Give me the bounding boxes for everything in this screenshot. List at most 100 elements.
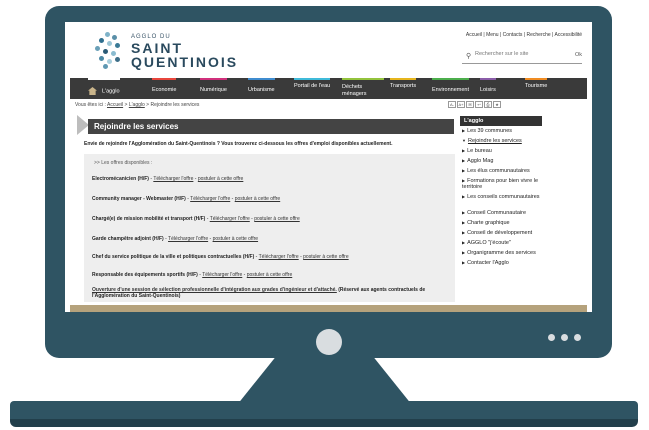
apply-offer-link[interactable]: postuler à cette offre (254, 216, 300, 222)
nav-item-loisirs[interactable]: Loisirs (480, 78, 496, 99)
arrow-right-icon: ▶ (462, 158, 466, 163)
indicator-dot (574, 334, 581, 341)
top-link-accueil[interactable]: Accueil (466, 32, 482, 38)
sidebar-item-organigramme[interactable]: ▶ Organigramme des services (462, 250, 542, 257)
favorite-icon[interactable]: ★ (493, 101, 501, 108)
download-offer-link[interactable]: Télécharger l'offre (259, 254, 299, 260)
arrow-right-icon: ▶ (462, 260, 466, 265)
power-button (316, 329, 342, 355)
nav-item-economie[interactable]: Economie (152, 78, 177, 99)
nav-item-agglo[interactable]: L'agglo (88, 78, 120, 99)
job-offer: Ouverture d'une session de sélection pro… (92, 287, 452, 299)
sidebar-item-label: Les 39 communes (467, 128, 513, 134)
nav-label: Economie (152, 87, 177, 93)
nav-item-numerique[interactable]: Numérique (200, 78, 227, 99)
top-link-menu[interactable]: Menu (486, 32, 499, 38)
site-logo[interactable]: AGGLO DU SAINT QUENTINOIS (95, 30, 245, 74)
top-link-contacts[interactable]: Contacts (503, 32, 523, 38)
job-offer: Responsable des équipements sportifs (H/… (92, 272, 293, 278)
apply-offer-link[interactable]: postuler à cette offre (235, 196, 281, 202)
nav-item-transports[interactable]: Transports (390, 78, 417, 99)
arrow-right-icon: ▶ (462, 210, 466, 215)
indicator-dot (548, 334, 555, 341)
job-offer: Chef du service politique de la ville et… (92, 254, 349, 260)
logo-line-2: QUENTINOIS (131, 54, 239, 70)
top-link-recherche[interactable]: Recherche (526, 32, 550, 38)
download-offer-link[interactable]: Télécharger l'offre (190, 196, 230, 202)
offer-title: Electromécanicien (H/F) (92, 176, 149, 182)
email-icon[interactable]: ✉ (466, 101, 474, 108)
nav-label: Environnement (432, 87, 469, 93)
nav-label: Portail de l'eau (294, 83, 331, 89)
download-offer-link[interactable]: Télécharger l'offre (168, 236, 208, 242)
increase-text-button[interactable]: A+ (457, 101, 465, 108)
sidebar-item-label: Formations pour bien vivre le territoire (462, 178, 538, 190)
sidebar-item-label: Conseil Communautaire (467, 210, 527, 216)
sidebar-item-label: Agglo Mag (467, 158, 494, 164)
job-offer: Chargé(e) de mission mobilité et transpo… (92, 216, 300, 222)
sidebar-item-bureau[interactable]: ▶ Le bureau (462, 148, 542, 155)
sidebar-item-charte[interactable]: ▶ Charte graphique (462, 220, 542, 227)
nav-label: Déchets ménagers (342, 84, 367, 97)
sidebar-item-contact[interactable]: ▶ Contacter l'Agglo (462, 260, 542, 267)
sidebar-item-formations[interactable]: ▶ Formations pour bien vivre le territoir… (462, 178, 542, 190)
sidebar-item-rejoindre[interactable]: ▼ Rejoindre les services (462, 138, 542, 145)
sidebar-item-communes[interactable]: ▶ Les 39 communes (462, 128, 542, 135)
apply-offer-link[interactable]: postuler à cette offre (247, 272, 293, 278)
apply-offer-link[interactable]: postuler à cette offre (198, 176, 244, 182)
arrow-right-icon: ▶ (462, 128, 466, 133)
sidebar-item-developpement[interactable]: ▶ Conseil de développement (462, 230, 542, 237)
arrow-right-icon: ▶ (462, 194, 466, 199)
browser-screen: AGGLO DU SAINT QUENTINOIS Accueil | Menu… (65, 22, 592, 312)
offer-title: Chef du service politique de la ville et… (92, 254, 255, 260)
home-icon (88, 87, 97, 95)
share-icon[interactable]: ↩ (475, 101, 483, 108)
print-icon[interactable]: ⎙ (484, 101, 492, 108)
logo-line-1: SAINT (131, 40, 183, 56)
offer-title: Responsable des équipements sportifs (H/… (92, 272, 198, 278)
main-content: Vous êtes ici : Accueil > L'agglo > Rejo… (70, 99, 587, 312)
breadcrumb-link-agglo[interactable]: L'agglo (129, 102, 145, 108)
download-offer-link[interactable]: Télécharger l'offre (202, 272, 242, 278)
monitor-stand (237, 357, 412, 405)
top-links: Accueil | Menu | Contacts | Recherche | … (465, 32, 582, 38)
intro-text: Envie de rejoindre l'Agglomération du Sa… (84, 141, 393, 147)
job-offer: Garde champêtre adjoint (H/F) - Téléchar… (92, 236, 259, 242)
sidebar-item-label: Conseil de développement (467, 230, 533, 236)
search-ok-button[interactable]: Ok (575, 52, 582, 58)
sidebar-item-label: Charte graphique (467, 220, 510, 226)
sidebar-item-label: Rejoindre les services (467, 138, 522, 144)
nav-label: Tourisme (525, 83, 548, 89)
sidebar: L'agglo ▶ Les 39 communes ▼ Rejoindre les … (460, 116, 542, 286)
nav-item-environnement[interactable]: Environnement (432, 78, 469, 99)
download-offer-link[interactable]: Télécharger l'offre (153, 176, 193, 182)
sidebar-item-ecoute[interactable]: ▶ AGGLO "j'écoute" (462, 240, 542, 247)
sidebar-item-label: Les élus communautaires (467, 168, 530, 174)
nav-label: Urbanisme (248, 87, 275, 93)
sidebar-item-label: AGGLO "j'écoute" (467, 240, 511, 246)
nav-item-tourisme[interactable]: Tourisme (525, 78, 548, 99)
arrow-right-icon: ▶ (462, 220, 466, 225)
sidebar-item-conseil-communautaire[interactable]: ▶ Conseil Communautaire (462, 210, 542, 217)
top-link-accessibilite[interactable]: Accessibilité (554, 32, 582, 38)
arrow-right-icon: ▶ (462, 240, 466, 245)
search-input[interactable] (475, 51, 565, 57)
sidebar-item-agglo-mag[interactable]: ▶ Agglo Mag (462, 158, 542, 165)
nav-item-urbanisme[interactable]: Urbanisme (248, 78, 275, 99)
decrease-text-button[interactable]: A- (448, 101, 456, 108)
nav-item-portail-eau[interactable]: Portail de l'eau (294, 78, 331, 99)
sidebar-item-elus[interactable]: ▶ Les élus communautaires (462, 168, 542, 175)
sidebar-item-label: Contacter l'Agglo (467, 260, 509, 266)
breadcrumb-prefix: Vous êtes ici : (75, 102, 106, 108)
main-nav: L'agglo Economie Numérique Urbanisme Por… (70, 78, 587, 99)
nav-label: Numérique (200, 87, 227, 93)
nav-label: Loisirs (480, 87, 496, 93)
sidebar-item-conseils[interactable]: ▶ Les conseils communautaires (462, 194, 542, 201)
breadcrumb-link-accueil[interactable]: Accueil (107, 102, 123, 108)
page-title-bar: Rejoindre les services (88, 119, 454, 134)
apply-offer-link[interactable]: postuler à cette offre (303, 254, 349, 260)
nav-item-dechets[interactable]: Déchets ménagers (342, 78, 384, 99)
download-offer-link[interactable]: Télécharger l'offre (210, 216, 250, 222)
apply-offer-link[interactable]: postuler à cette offre (213, 236, 259, 242)
offer-title: Garde champêtre adjoint (H/F) (92, 236, 164, 242)
